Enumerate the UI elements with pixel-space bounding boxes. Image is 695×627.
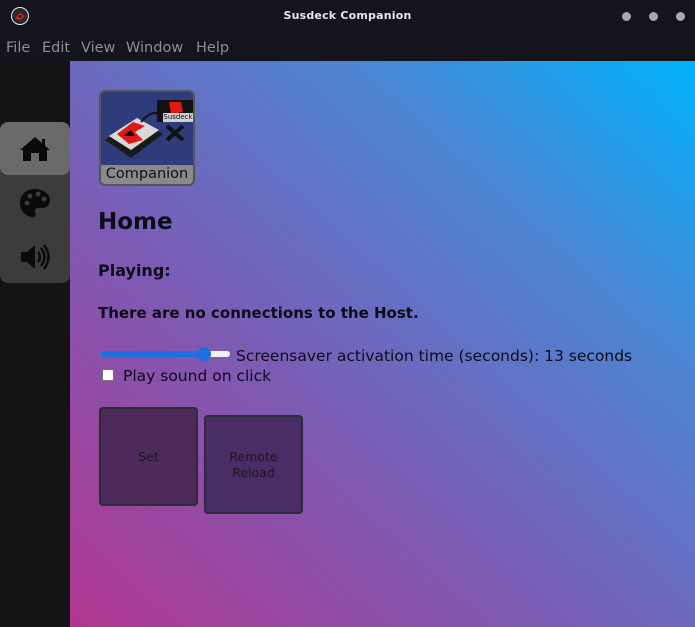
playing-label: Playing:: [98, 261, 171, 280]
slider-fill: [100, 351, 204, 357]
screensaver-label: Screensaver activation time (seconds): 1…: [236, 347, 633, 365]
close-button[interactable]: [676, 12, 685, 21]
app-window: Susdeck Companion File Edit View Window …: [0, 0, 695, 627]
page-title: Home: [98, 209, 173, 235]
remote-reload-label: Remote Reload: [229, 448, 278, 480]
home-icon: [20, 136, 50, 161]
menu-bar: File Edit View Window Help: [0, 34, 695, 61]
screensaver-slider[interactable]: [100, 347, 230, 361]
deck-illustration: [105, 100, 193, 158]
title-bar: Susdeck Companion: [0, 0, 695, 34]
logo-caption: Companion: [101, 165, 193, 184]
sound-on-click-label: Play sound on click: [123, 367, 272, 385]
main-content: Susdeck Companion Home Playing: There ar…: [70, 61, 695, 627]
companion-logo: Susdeck Companion: [99, 90, 195, 186]
menu-window[interactable]: Window: [126, 40, 183, 56]
connection-status: There are no connections to the Host.: [98, 304, 419, 322]
sidebar: [0, 61, 70, 627]
menu-view[interactable]: View: [81, 40, 115, 56]
logo-badge: Susdeck: [163, 113, 193, 122]
menu-edit[interactable]: Edit: [42, 40, 70, 56]
minimize-button[interactable]: [622, 12, 631, 21]
sound-on-click-checkbox[interactable]: [102, 369, 114, 381]
set-button[interactable]: Set: [99, 407, 198, 506]
palette-icon: [20, 188, 50, 217]
set-button-label: Set: [138, 448, 159, 464]
speaker-icon: [21, 243, 50, 270]
window-title: Susdeck Companion: [283, 9, 412, 22]
slider-thumb[interactable]: [197, 347, 211, 361]
sidebar-item-home[interactable]: [0, 122, 70, 175]
menu-help[interactable]: Help: [196, 40, 229, 56]
remote-reload-button[interactable]: Remote Reload: [204, 415, 303, 514]
maximize-button[interactable]: [649, 12, 658, 21]
menu-file[interactable]: File: [6, 40, 30, 56]
sidebar-item-themes[interactable]: [0, 176, 70, 229]
sidebar-nav: [0, 122, 70, 283]
sidebar-item-sound[interactable]: [0, 230, 70, 283]
